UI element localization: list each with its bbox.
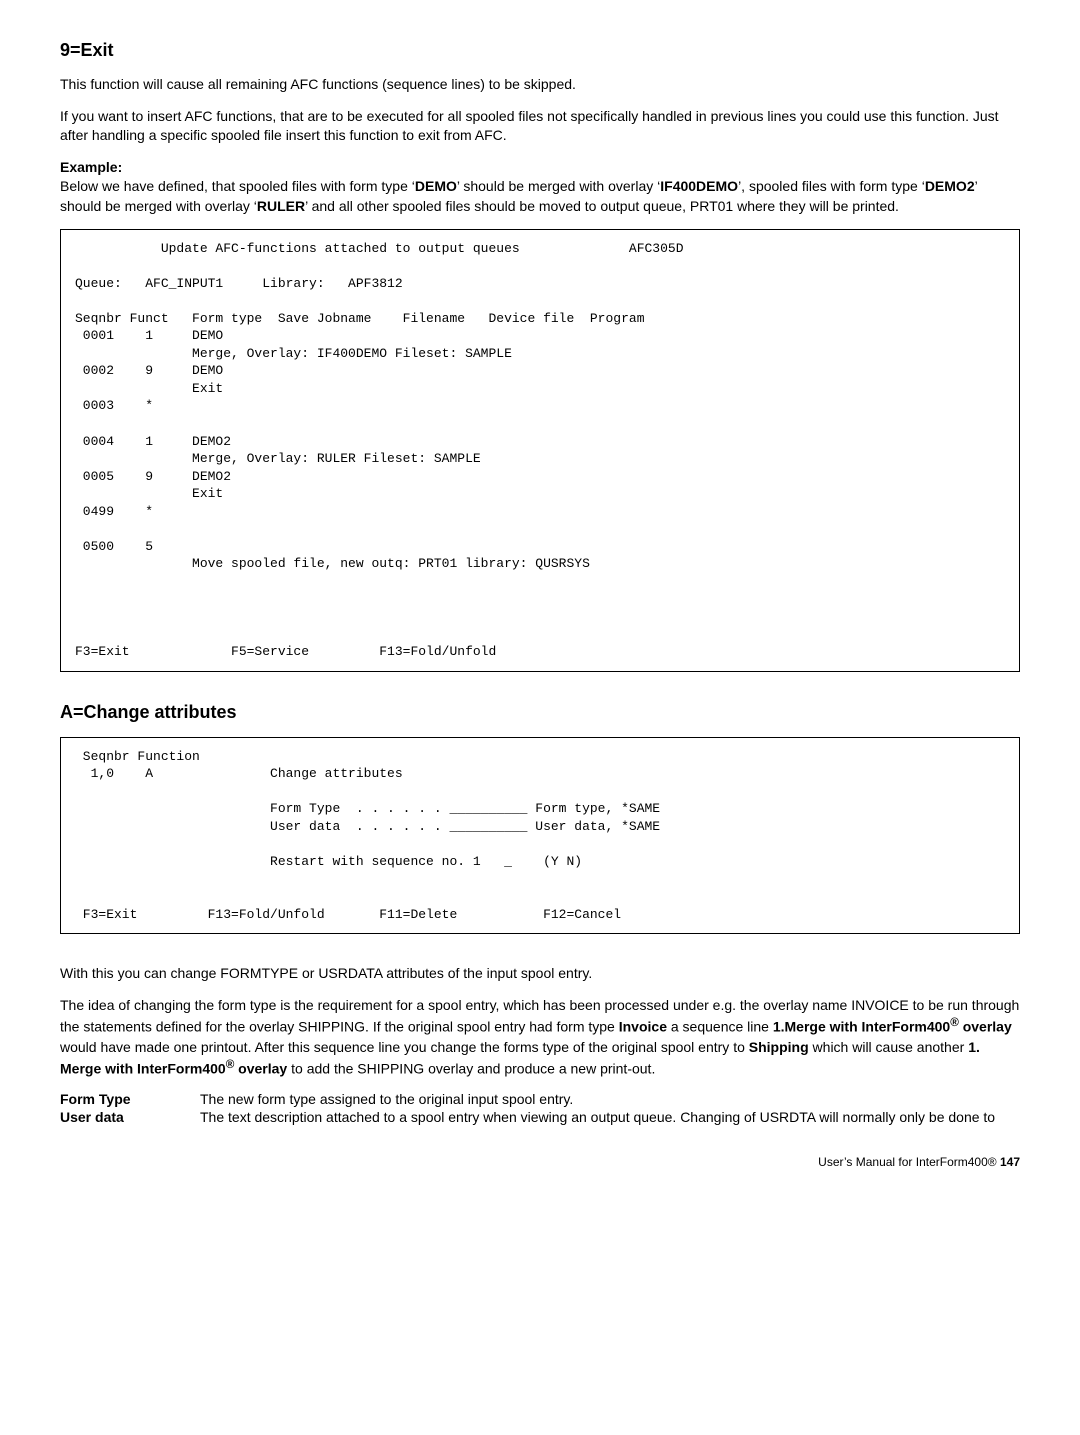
example-mid2: ’, spooled files with form type ‘ <box>738 178 925 194</box>
example-post: ’ and all other spooled files should be … <box>305 198 899 214</box>
codeblock-afc-functions: Update AFC-functions attached to output … <box>60 229 1020 672</box>
p2-mid2: would have made one printout. After this… <box>60 1039 749 1055</box>
def-desc-form-type: The new form type assigned to the origin… <box>200 1091 1020 1107</box>
p2-post: to add the SHIPPING overlay and produce … <box>287 1061 655 1077</box>
example-b2: IF400DEMO <box>660 178 738 194</box>
example-text-pre: Below we have defined, that spooled file… <box>60 178 415 194</box>
def-term-form-type: Form Type <box>60 1091 200 1107</box>
p2-b2: 1.Merge with InterForm400 <box>773 1019 950 1035</box>
example-b3: DEMO2 <box>925 178 975 194</box>
def-row-user-data: User data The text description attached … <box>60 1109 1020 1125</box>
p2-b2b: overlay <box>959 1019 1012 1035</box>
def-desc-user-data: The text description attached to a spool… <box>200 1109 1020 1125</box>
section-exit-p2: If you want to insert AFC functions, tha… <box>60 107 1020 146</box>
def-term-user-data: User data <box>60 1109 200 1125</box>
p2-b1: Invoice <box>619 1019 667 1035</box>
footer-text: User’s Manual for InterForm400® <box>818 1155 1000 1169</box>
p2-sup2: ® <box>226 1058 235 1071</box>
example-label: Example: <box>60 159 122 175</box>
footer-page-number: 147 <box>1000 1155 1020 1169</box>
example-mid1: ’ should be merged with overlay ‘ <box>457 178 660 194</box>
definition-list: Form Type The new form type assigned to … <box>60 1091 1020 1125</box>
p2-b4b: overlay <box>234 1061 287 1077</box>
p2-b3: Shipping <box>749 1039 809 1055</box>
section-exit-heading: 9=Exit <box>60 40 1020 61</box>
section3-p2: The idea of changing the form type is th… <box>60 996 1020 1080</box>
example-b1: DEMO <box>415 178 457 194</box>
p2-mid1: a sequence line <box>667 1019 773 1035</box>
example-paragraph: Example: Below we have defined, that spo… <box>60 158 1020 217</box>
section-change-attr-heading: A=Change attributes <box>60 702 1020 723</box>
example-b4: RULER <box>257 198 305 214</box>
section-exit-p1: This function will cause all remaining A… <box>60 75 1020 95</box>
codeblock-change-attributes: Seqnbr Function 1,0 A Change attributes … <box>60 737 1020 934</box>
p2-sup1: ® <box>950 1016 959 1029</box>
def-row-form-type: Form Type The new form type assigned to … <box>60 1091 1020 1107</box>
section3-p1: With this you can change FORMTYPE or USR… <box>60 964 1020 984</box>
p2-mid3: which will cause another <box>809 1039 969 1055</box>
page-footer: User’s Manual for InterForm400® 147 <box>60 1155 1020 1169</box>
